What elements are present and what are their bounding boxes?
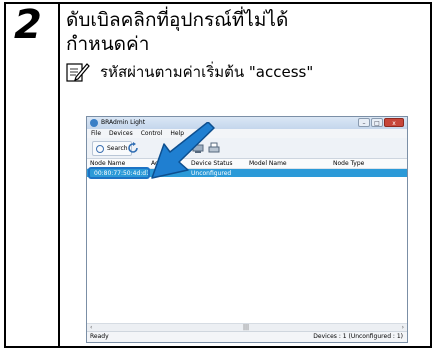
- title-bar[interactable]: BRAdmin Light – □ x: [87, 117, 407, 129]
- step-column: 2: [6, 2, 60, 346]
- app-icon: [90, 119, 98, 127]
- close-button[interactable]: x: [384, 118, 404, 127]
- heading-line-2: กำหนดค่า: [66, 33, 150, 55]
- maximize-button[interactable]: □: [371, 118, 383, 127]
- status-devices: Devices : 1 (Unconfigured : 1): [313, 333, 403, 340]
- col-node-type[interactable]: Node Type: [333, 160, 364, 167]
- search-icon: [96, 144, 104, 153]
- window-title: BRAdmin Light: [101, 119, 146, 126]
- menu-devices[interactable]: Devices: [109, 129, 133, 138]
- pointer-arrow-icon: [151, 122, 215, 179]
- toolbar: Search: [87, 138, 407, 159]
- col-node-name[interactable]: Node Name: [90, 160, 125, 167]
- step-number: 2: [14, 2, 42, 48]
- note-pencil-icon: [66, 63, 90, 82]
- refresh-icon[interactable]: [127, 142, 139, 154]
- window-controls: – □ x: [357, 118, 404, 127]
- step-heading: ดับเบิลคลิกที่อุปกรณ์ที่ไม่ได้ กำหนดค่า: [66, 8, 426, 56]
- status-bar: Ready Devices : 1 (Unconfigured : 1): [87, 331, 407, 342]
- menu-file[interactable]: File: [91, 129, 101, 138]
- search-label: Search: [107, 145, 128, 152]
- heading-line-1: ดับเบิลคลิกที่อุปกรณ์ที่ไม่ได้: [66, 9, 289, 31]
- search-button[interactable]: Search: [92, 141, 132, 156]
- menu-bar: File Devices Control Help: [87, 129, 407, 138]
- note-text: รหัสผ่านตามค่าเริ่มต้น "access": [100, 63, 314, 81]
- minimize-button[interactable]: –: [358, 118, 370, 127]
- selection-highlight: [88, 167, 150, 179]
- status-ready: Ready: [90, 333, 109, 340]
- col-model-name[interactable]: Model Name: [249, 160, 287, 167]
- note: รหัสผ่านตามค่าเริ่มต้น "access": [66, 58, 313, 86]
- bradmin-window: BRAdmin Light – □ x File Devices Control…: [86, 116, 408, 343]
